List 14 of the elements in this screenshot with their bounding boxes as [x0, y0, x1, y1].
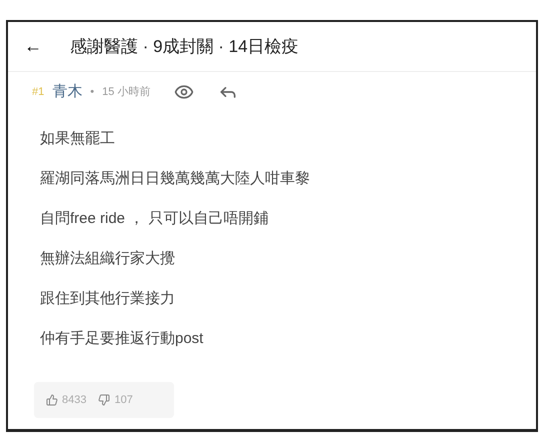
back-button[interactable]: ← [24, 33, 42, 60]
post-line: 無辦法組織行家大攪 [40, 249, 176, 269]
post-time: 15 小時前 [102, 84, 150, 100]
post-line: 羅湖同落馬洲日日幾萬幾萬大陸人咁車黎 [40, 169, 311, 189]
post-line: 仲有手足要推返行動post [40, 329, 204, 349]
floor-number: #1 [32, 84, 44, 100]
thumbs-up-icon [46, 394, 58, 406]
separator-dot: • [90, 84, 94, 100]
author-name[interactable]: 青木 [52, 80, 82, 104]
post-line: 跟住到其他行業接力 [40, 289, 176, 309]
post-line: 自問free ride ， 只可以自己唔開鋪 [40, 209, 270, 229]
thumbs-down-icon [98, 394, 110, 406]
thread-title: 感謝醫護 · 9成封關 · 14日檢疫 [70, 36, 299, 58]
post-line: 如果無罷工 [40, 129, 116, 149]
